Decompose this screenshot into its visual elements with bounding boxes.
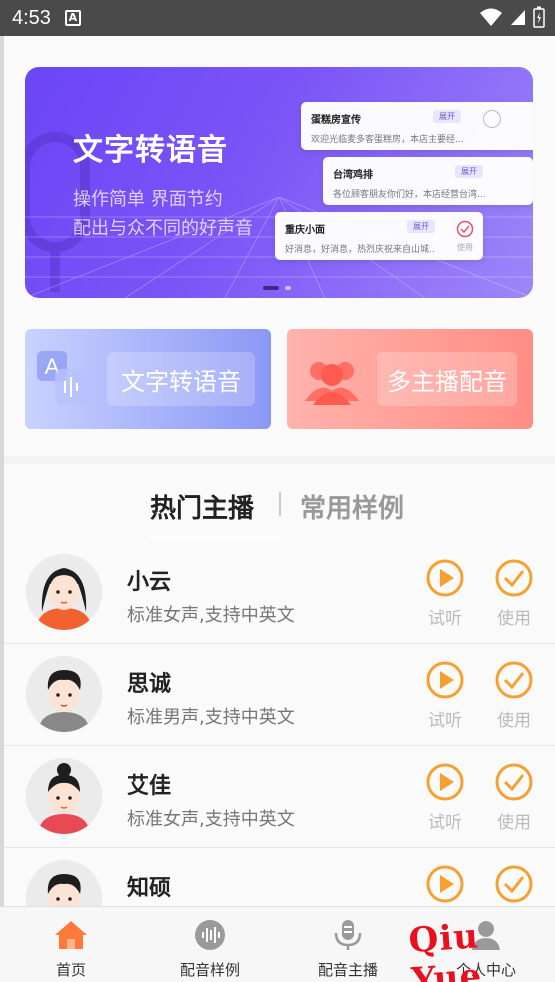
microphone-icon — [334, 920, 362, 950]
list-item[interactable]: 知硕 — [4, 848, 555, 906]
nav-samples[interactable]: 配音样例 — [155, 919, 265, 980]
tts-feature-label: 文字转语音 — [107, 352, 255, 406]
expand-tag: 展开 — [407, 220, 435, 233]
check-circle-icon — [495, 865, 533, 903]
battery-icon — [533, 6, 545, 28]
list-item[interactable]: 小云 标准女声,支持中英文 试听 使用 — [4, 542, 555, 644]
tab-common-samples[interactable]: 常用样例 — [300, 488, 404, 525]
banner-card-chicken: 台湾鸡排 展开 各位顾客朋友你们好，本店经营台湾... — [323, 157, 533, 205]
card-title: 台湾鸡排 — [333, 170, 373, 181]
banner-carousel[interactable]: 文字转语音 操作简单 界面节约 配出与众不同的好声音 蛋糕房宣传 展开 欢迎光临… — [25, 67, 533, 298]
card-title: 重庆小面 — [285, 225, 325, 236]
nav-label: 配音样例 — [179, 961, 240, 979]
anchor-name: 小云 — [127, 570, 172, 595]
use-label: 使用 — [497, 609, 531, 629]
anchor-desc: 标准男声,支持中英文 — [127, 707, 295, 728]
group-icon — [305, 362, 359, 405]
watermark-text: Qiu Yue — [407, 916, 484, 982]
check-circle-icon — [495, 763, 533, 801]
expand-tag: 展开 — [433, 110, 461, 123]
list-item[interactable]: 思诚 标准男声,支持中英文 试听 使用 — [4, 644, 555, 746]
expand-tag: 展开 — [455, 165, 483, 178]
multi-anchor-feature-label: 多主播配音 — [377, 352, 517, 406]
use-label: 使用 — [497, 813, 531, 833]
listen-button[interactable]: 试听 — [420, 558, 470, 629]
check-circle-icon — [495, 559, 533, 597]
play-icon — [426, 865, 464, 903]
tts-feature-button[interactable]: A 文字转语音 — [25, 329, 271, 429]
use-button[interactable]: 使用 — [489, 660, 539, 731]
listen-label: 试听 — [428, 813, 462, 833]
check-circle-icon — [495, 661, 533, 699]
check-icon — [456, 220, 474, 238]
tab-bar: 热门主播 常用样例 — [4, 464, 555, 542]
play-icon — [426, 763, 464, 801]
home-icon — [55, 921, 87, 949]
banner-subtitle-2: 配出与众不同的好声音 — [73, 218, 253, 239]
card-desc: 各位顾客朋友你们好，本店经营台湾... — [333, 190, 486, 200]
anchor-name: 知硕 — [127, 876, 172, 901]
banner-title: 文字转语音 — [73, 133, 228, 168]
listen-label: 试听 — [428, 609, 462, 629]
listen-label: 试听 — [428, 711, 462, 731]
wifi-icon — [480, 8, 502, 26]
carousel-dot-active — [263, 286, 279, 290]
nav-anchors[interactable]: 配音主播 — [293, 919, 403, 980]
anchor-name: 艾佳 — [127, 774, 172, 799]
male-avatar-icon — [26, 860, 102, 906]
nav-label: 首页 — [55, 961, 86, 979]
card-desc: 好消息，好消息，热烈庆祝来自山城... — [285, 245, 435, 255]
card-use-label: 使用 — [457, 243, 473, 252]
female-avatar-icon — [26, 554, 102, 630]
banner-card-noodle: 重庆小面 展开 使用 好消息，好消息，热烈庆祝来自山城... — [275, 212, 483, 260]
listen-button[interactable]: 试听 — [420, 660, 470, 731]
anchor-name: 思诚 — [127, 672, 172, 697]
male-avatar-icon — [26, 656, 102, 732]
use-button[interactable]: 使用 — [489, 762, 539, 833]
status-time: 4:53 — [12, 6, 51, 29]
listen-button[interactable]: 试听 — [420, 762, 470, 833]
anchor-desc: 标准女声,支持中英文 — [127, 605, 295, 626]
use-button[interactable] — [489, 864, 539, 906]
carousel-dots — [263, 286, 291, 290]
list-item[interactable]: 艾佳 标准女声,支持中英文 试听 使用 — [4, 746, 555, 848]
play-icon — [426, 661, 464, 699]
check-icon — [483, 110, 501, 128]
avatar — [26, 758, 102, 834]
nav-home[interactable]: 首页 — [16, 919, 126, 980]
listen-button[interactable] — [420, 864, 470, 906]
signal-icon — [511, 10, 525, 25]
anchor-desc: 标准女声,支持中英文 — [127, 809, 295, 830]
anchor-list: 小云 标准女声,支持中英文 试听 使用 思诚 标准男声,支持中英文 试听 使用 … — [4, 542, 555, 906]
tab-separator — [279, 492, 281, 516]
tab-hot-anchors[interactable]: 热门主播 — [150, 488, 254, 525]
translate-icon: A — [37, 351, 91, 405]
carousel-dot — [285, 286, 291, 290]
nav-label: 配音主播 — [317, 961, 378, 979]
avatar — [26, 860, 102, 906]
status-bar: 4:53 A — [0, 0, 555, 36]
multi-anchor-feature-button[interactable]: 多主播配音 — [287, 329, 533, 429]
avatar — [26, 656, 102, 732]
waveform-icon — [195, 920, 225, 950]
use-label: 使用 — [497, 711, 531, 731]
use-button[interactable]: 使用 — [489, 558, 539, 629]
play-icon — [426, 559, 464, 597]
female-bun-avatar-icon — [26, 758, 102, 834]
card-desc: 欢迎光临麦多客蛋糕房，本店主要经... — [311, 135, 464, 145]
status-icons — [479, 6, 545, 28]
avatar — [26, 554, 102, 630]
notification-icon: A — [64, 10, 81, 26]
banner-card-cake: 蛋糕房宣传 展开 欢迎光临麦多客蛋糕房，本店主要经... — [301, 102, 533, 150]
card-title: 蛋糕房宣传 — [311, 115, 361, 126]
banner-subtitle-1: 操作简单 界面节约 — [73, 189, 223, 210]
tab-active-indicator — [150, 536, 280, 539]
